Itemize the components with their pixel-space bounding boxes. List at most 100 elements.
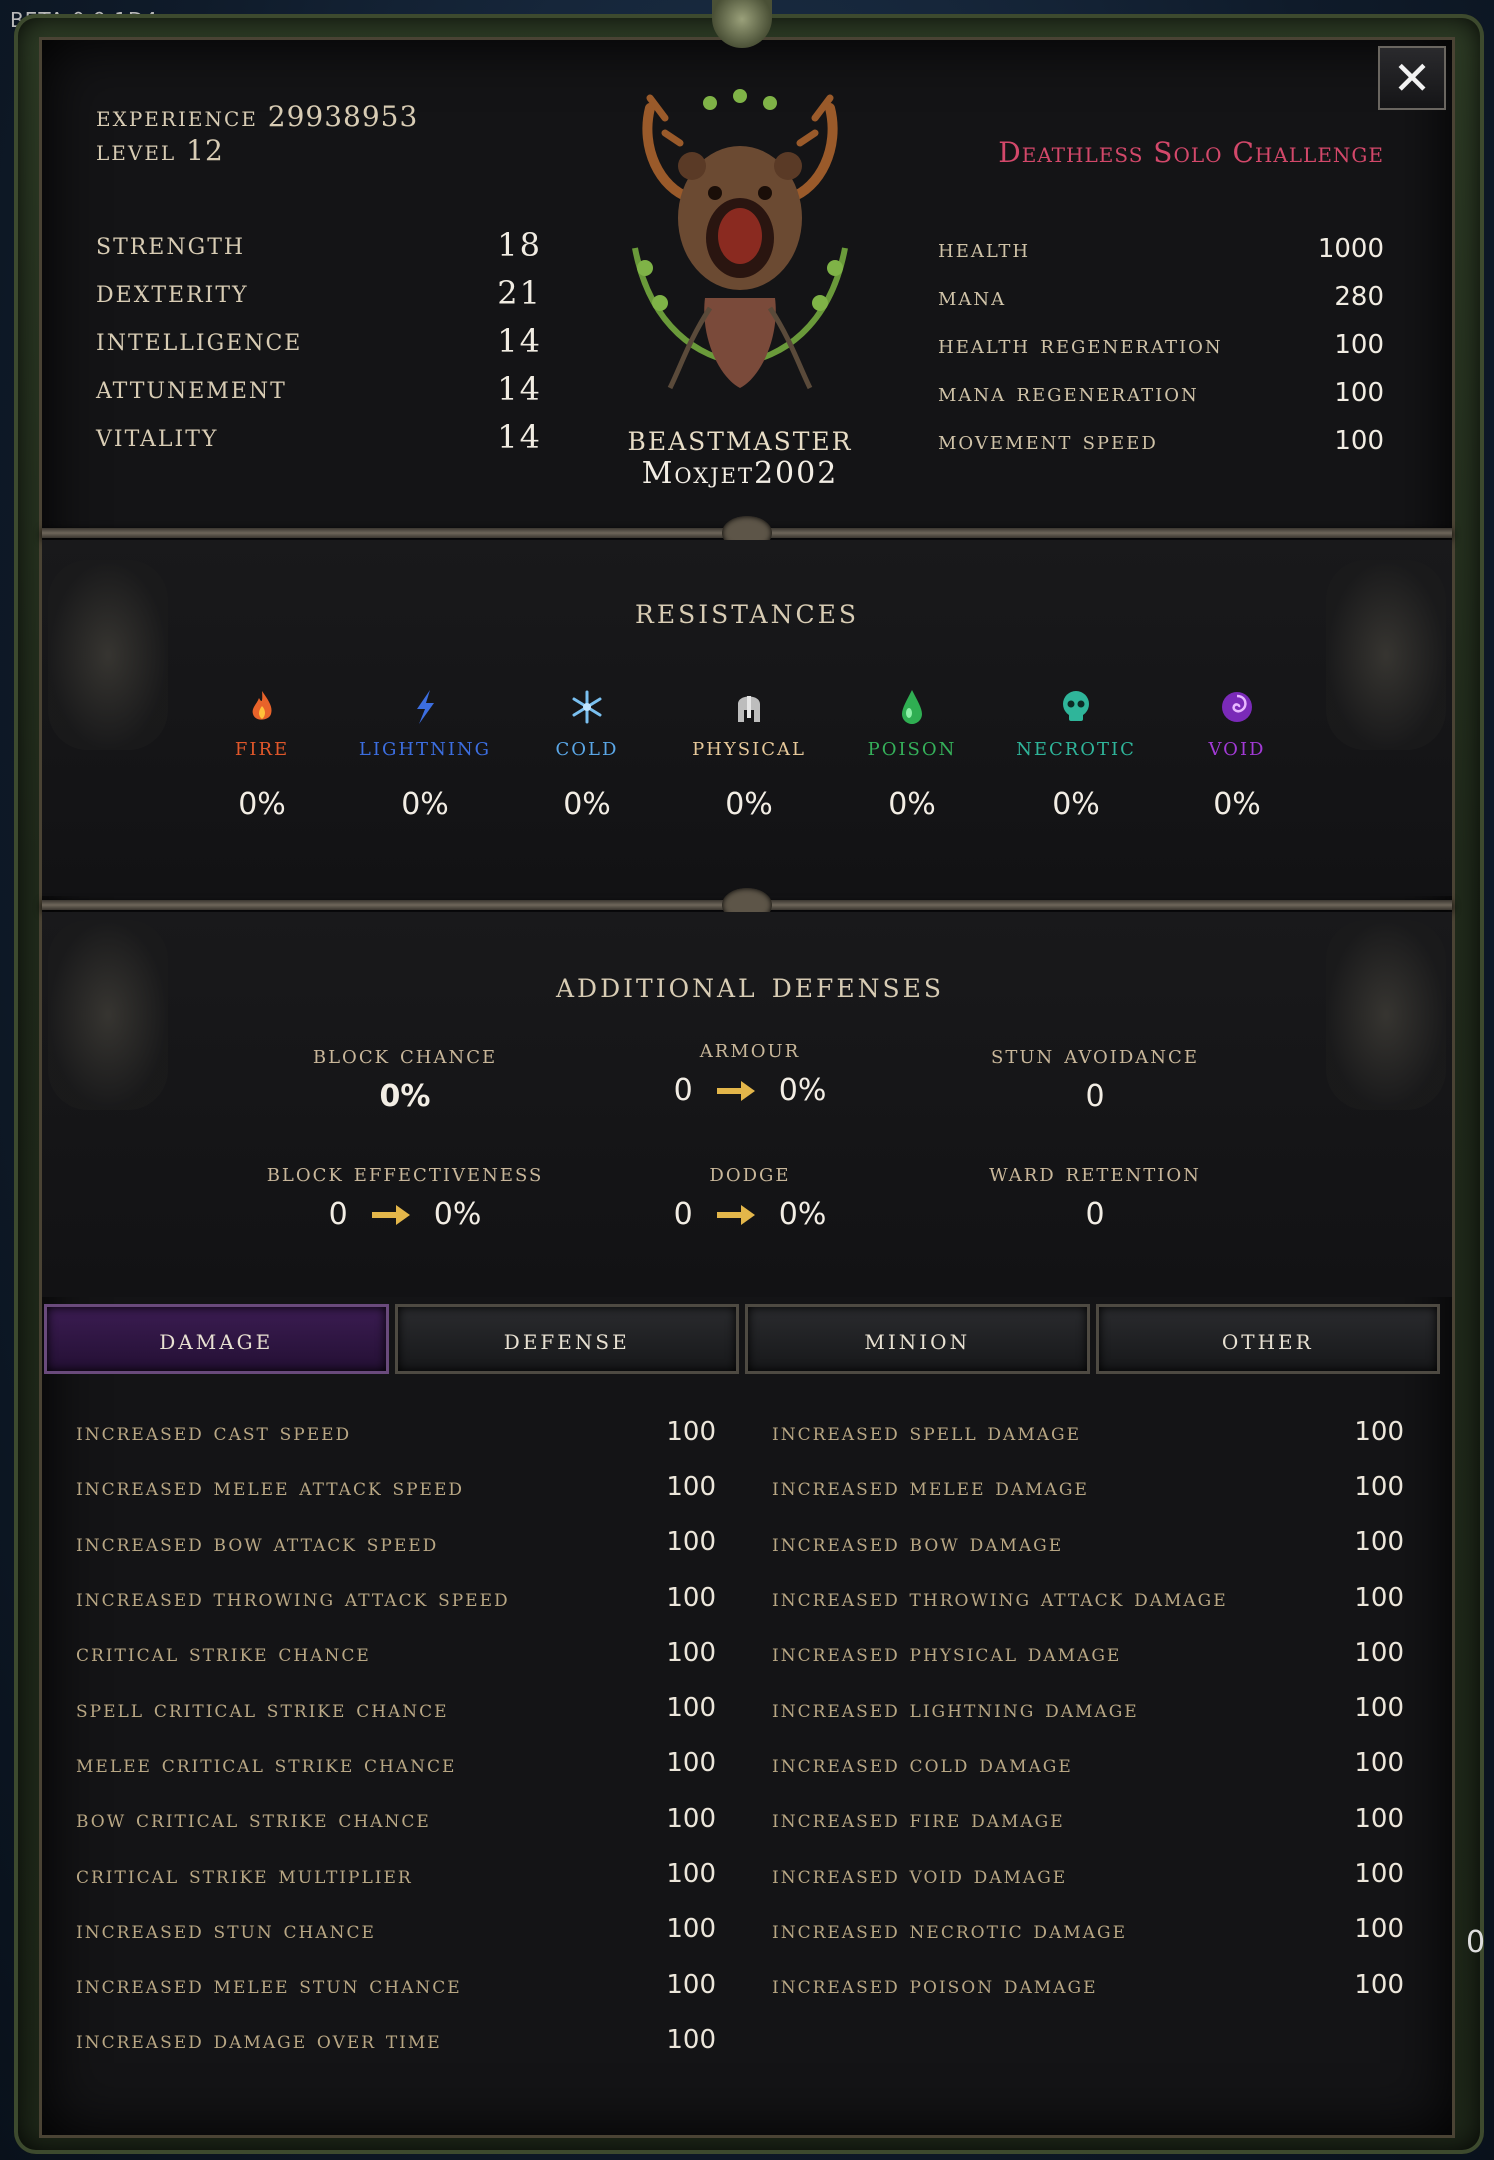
stat-value: 100 xyxy=(1354,1693,1404,1724)
tab-other[interactable]: OTHER xyxy=(1095,1304,1440,1374)
resistance-label: LIGHTNING xyxy=(358,732,492,761)
list-item: INCREASED NECROTIC DAMAGE 100 xyxy=(772,1902,1404,1957)
helmet-icon xyxy=(738,696,760,722)
defense-value-to: 0% xyxy=(778,1197,827,1232)
defense-label: DODGE xyxy=(709,1158,791,1187)
attribute-row: INTELLIGENCE 14 xyxy=(96,322,542,360)
attribute-value: 14 xyxy=(497,418,542,456)
stun-avoidance: STUN AVOIDANCE 0 xyxy=(925,1040,1265,1114)
defense-value-to: 0% xyxy=(433,1197,482,1232)
list-item: INCREASED COLD DAMAGE 100 xyxy=(772,1736,1404,1791)
attribute-value: 18 xyxy=(497,226,542,264)
stat-value: 100 xyxy=(1354,1748,1404,1779)
stat-label: INCREASED DAMAGE OVER TIME xyxy=(76,2025,442,2055)
resistance-value: 0% xyxy=(1052,787,1100,822)
corner-statue-decoration xyxy=(1326,920,1446,1110)
ward-retention: WARD RETENTION 0 xyxy=(925,1158,1265,1232)
stat-value: 100 xyxy=(666,1748,716,1779)
stat-label: HEALTH REGENERATION xyxy=(938,330,1223,360)
attribute-label: STRENGTH xyxy=(96,226,246,262)
stat-label: INCREASED THROWING ATTACK DAMAGE xyxy=(772,1583,1228,1613)
list-item: INCREASED CAST SPEED 100 xyxy=(76,1404,716,1459)
stat-label: INCREASED THROWING ATTACK SPEED xyxy=(76,1583,510,1613)
stat-label: MANA REGENERATION xyxy=(938,378,1199,408)
stat-label: MANA xyxy=(938,282,1007,312)
defense-label: BLOCK EFFECTIVENESS xyxy=(266,1158,544,1187)
section-divider xyxy=(42,516,1452,550)
stat-label: INCREASED MELEE ATTACK SPEED xyxy=(76,1472,464,1502)
list-item: INCREASED PHYSICAL DAMAGE 100 xyxy=(772,1625,1404,1680)
fire-icon xyxy=(252,691,272,720)
level-value: 12 xyxy=(186,134,224,167)
defense-conversion: 0 0% xyxy=(600,1197,900,1232)
list-item: INCREASED SPELL DAMAGE 100 xyxy=(772,1404,1404,1459)
attribute-row: DEXTERITY 21 xyxy=(96,274,542,312)
list-item: INCREASED THROWING ATTACK DAMAGE 100 xyxy=(772,1570,1404,1625)
level: LEVEL 12 xyxy=(96,134,224,167)
list-item: INCREASED BOW ATTACK SPEED 100 xyxy=(76,1515,716,1570)
experience-label: EXPERIENCE xyxy=(96,100,258,133)
stat-value: 100 xyxy=(1334,330,1384,360)
block-chance: BLOCK CHANCE 0% xyxy=(245,1040,565,1114)
stat-value: 100 xyxy=(666,1693,716,1724)
tab-defense[interactable]: DEFENSE xyxy=(394,1304,739,1374)
list-item: INCREASED VOID DAMAGE 100 xyxy=(772,1846,1404,1901)
level-label: LEVEL xyxy=(96,134,177,167)
list-item: INCREASED DAMAGE OVER TIME 100 xyxy=(76,2012,716,2067)
stats-tab-bar: DAMAGE DEFENSE MINION OTHER xyxy=(44,1304,1440,1374)
stat-value: 100 xyxy=(1354,1803,1404,1834)
void-swirl-icon xyxy=(1222,692,1252,722)
attribute-label: DEXTERITY xyxy=(96,274,249,310)
resistance-necrotic: NECROTIC 0% xyxy=(996,688,1156,822)
list-item: INCREASED MELEE DAMAGE 100 xyxy=(772,1459,1404,1514)
stat-row: MANA 280 xyxy=(938,282,1384,312)
resistance-fire: FIRE 0% xyxy=(182,688,342,822)
list-item: BOW CRITICAL STRIKE CHANCE 100 xyxy=(76,1791,716,1846)
block-effectiveness: BLOCK EFFECTIVENESS 0 0% xyxy=(220,1158,590,1232)
damage-stats-right: INCREASED SPELL DAMAGE 100 INCREASED MELE… xyxy=(772,1404,1404,2012)
stat-row: MOVEMENT SPEED 100 xyxy=(938,426,1384,456)
corner-statue-decoration xyxy=(1326,560,1446,750)
defense-value: 0 xyxy=(1085,1079,1105,1114)
side-counter: 0 xyxy=(1466,1925,1486,1960)
stat-value: 100 xyxy=(1354,1471,1404,1502)
dodge: DODGE 0 0% xyxy=(600,1158,900,1232)
defense-conversion: 0 0% xyxy=(600,1073,900,1108)
stat-row: HEALTH REGENERATION 100 xyxy=(938,330,1384,360)
stat-label: HEALTH xyxy=(938,234,1031,264)
damage-stats-left: INCREASED CAST SPEED 100 INCREASED MELEE … xyxy=(76,1404,716,2068)
attribute-value: 14 xyxy=(497,322,542,360)
stat-label: INCREASED NECROTIC DAMAGE xyxy=(772,1914,1128,1944)
resistance-value: 0% xyxy=(563,787,611,822)
tab-damage[interactable]: DAMAGE xyxy=(44,1304,389,1374)
experience-value: 29938953 xyxy=(267,100,419,133)
class-crest-icon xyxy=(632,89,848,390)
stat-label: INCREASED MELEE DAMAGE xyxy=(772,1472,1089,1502)
list-item: INCREASED MELEE ATTACK SPEED 100 xyxy=(76,1459,716,1514)
stat-row: HEALTH 1000 xyxy=(938,234,1384,264)
defense-conversion: 0 0% xyxy=(220,1197,590,1232)
challenge-label: Deathless Solo Challenge xyxy=(998,136,1384,169)
stat-label: MELEE CRITICAL STRIKE CHANCE xyxy=(76,1748,457,1778)
attribute-label: ATTUNEMENT xyxy=(96,370,287,406)
stat-label: INCREASED STUN CHANCE xyxy=(76,1914,376,1944)
close-button[interactable]: ✕ xyxy=(1378,46,1446,110)
defenses-title: ADDITIONAL DEFENSES xyxy=(556,966,944,1006)
defense-label: ARMOUR xyxy=(699,1034,801,1063)
stat-label: INCREASED MELEE STUN CHANCE xyxy=(76,1970,462,2000)
defense-label: WARD RETENTION xyxy=(989,1158,1201,1187)
arrow-right-icon xyxy=(371,1204,410,1225)
armour: ARMOUR 0 0% xyxy=(600,1034,900,1108)
experience: EXPERIENCE 29938953 xyxy=(96,100,418,133)
stat-value: 1000 xyxy=(1317,234,1384,264)
resistance-poison: POISON 0% xyxy=(832,688,992,822)
tab-minion[interactable]: MINION xyxy=(745,1304,1090,1374)
stat-label: CRITICAL STRIKE CHANCE xyxy=(76,1638,371,1668)
stat-label: SPELL CRITICAL STRIKE CHANCE xyxy=(76,1693,449,1723)
stat-value: 100 xyxy=(666,1969,716,2000)
arrow-right-icon xyxy=(716,1204,755,1225)
skull-icon xyxy=(1063,691,1089,721)
stat-value: 100 xyxy=(1334,378,1384,408)
stat-value: 100 xyxy=(666,1637,716,1668)
stat-label: INCREASED BOW DAMAGE xyxy=(772,1527,1064,1557)
